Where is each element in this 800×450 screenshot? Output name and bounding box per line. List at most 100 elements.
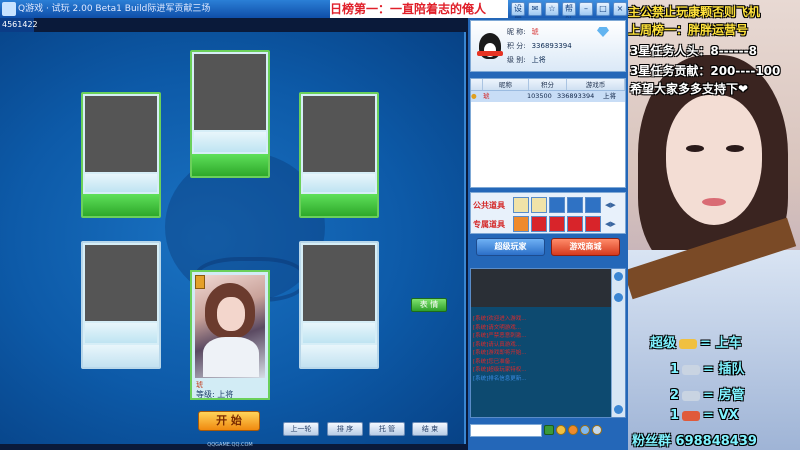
prop-slot-1[interactable]: [513, 197, 529, 213]
star-button[interactable]: ☆: [545, 2, 559, 16]
table-row[interactable]: ● 琥 103500 336893394 上将: [471, 91, 625, 102]
prop-arrows-icon[interactable]: ◀▶: [605, 201, 616, 209]
chat-line: [系统]欢迎进入游戏...: [473, 316, 527, 322]
prop-slot-3[interactable]: [549, 197, 565, 213]
plane-icon: [682, 390, 701, 401]
prop-slot-4[interactable]: [567, 197, 583, 213]
private-slot-4[interactable]: [567, 216, 583, 232]
scroll-down-icon[interactable]: [614, 293, 623, 302]
last-round-button[interactable]: 上一轮: [283, 422, 319, 436]
private-slot-2[interactable]: [531, 216, 547, 232]
seat-avatar-empty: [194, 54, 266, 130]
rank-row: 1 = VX: [670, 408, 739, 423]
chat-line: [系统]您已准备...: [473, 358, 516, 365]
private-slot-1[interactable]: [513, 216, 529, 232]
seat-frame: [85, 323, 157, 343]
rank-flag-icon: [195, 275, 205, 289]
super-player-button[interactable]: 超级玩家: [476, 238, 545, 256]
start-button[interactable]: 开 始: [198, 411, 260, 431]
scroll-up-icon[interactable]: [614, 272, 623, 281]
private-props-label: 专属道具: [473, 219, 505, 229]
profile-nickname-row: 昵 称: 琥: [507, 27, 539, 37]
rank-equals: =: [703, 362, 714, 377]
maximize-button[interactable]: □: [596, 2, 610, 16]
my-rank-label: 等级:: [196, 390, 215, 399]
seat-right-top[interactable]: [299, 92, 379, 218]
emote-button[interactable]: 表 情: [411, 298, 447, 312]
profile-level-row: 级 别: 上将: [507, 55, 546, 65]
vip-buttons: 超级玩家 游戏商城: [470, 236, 626, 258]
help-button[interactable]: 帮助: [562, 2, 576, 25]
mail-button[interactable]: ✉: [528, 2, 542, 16]
row-score: 103500: [527, 92, 552, 100]
seat-stand: [301, 194, 377, 216]
seat-avatar-empty: [85, 245, 157, 321]
seat-left-bottom[interactable]: [81, 241, 161, 369]
info-panel: 昵 称: 琥 积 分: 336893394 级 别: 上将 昵称 积分 游戏币 ● 琥…: [468, 18, 628, 450]
minimize-button[interactable]: –: [579, 2, 593, 16]
send-icon[interactable]: [592, 425, 602, 435]
close-button[interactable]: ×: [613, 2, 627, 16]
header-name[interactable]: 昵称: [483, 79, 529, 90]
row-coins: 336893394: [557, 92, 595, 100]
sort-button[interactable]: 排 序: [327, 422, 363, 436]
chat-line: [系统]请文明游戏...: [473, 324, 522, 331]
seat-avatar-empty: [303, 245, 375, 321]
overlay-line-1: 主公禁止玩康颗否则飞机: [628, 5, 761, 19]
room-id: 4561422: [0, 18, 38, 32]
chat-dropdown-icon[interactable]: [544, 425, 554, 435]
rank-equals: =: [703, 388, 714, 403]
my-seat[interactable]: 琥 等级: 上将: [190, 270, 270, 400]
seat-right-bottom[interactable]: [299, 241, 379, 369]
rank-left: 超级: [650, 336, 677, 351]
seat-avatar-empty: [303, 96, 375, 172]
game-mall-button[interactable]: 游戏商城: [551, 238, 620, 256]
profile-score-row: 积 分: 336893394: [507, 41, 572, 51]
seat-frame: [194, 132, 266, 152]
rank-row: 超级 = 上车: [650, 332, 741, 351]
chat-scrollbar[interactable]: [611, 269, 625, 417]
chat-line: [系统]严禁恶意刺激...: [473, 333, 527, 339]
end-button[interactable]: 结 束: [412, 422, 448, 436]
rank-left: 1: [670, 362, 680, 377]
rank-row: 1 = 插队: [670, 358, 745, 377]
player-list: 昵称 积分 游戏币 ● 琥 103500 336893394 上将: [470, 78, 626, 188]
scroll-end-icon[interactable]: [614, 405, 623, 414]
row-name: 琥: [483, 92, 490, 100]
chat-input[interactable]: [470, 423, 542, 437]
emoji-icon[interactable]: [556, 425, 566, 435]
settings-button[interactable]: 设置: [511, 2, 525, 25]
rank-left: 2: [670, 388, 680, 403]
window-controls: 设置 ✉ ☆ 帮助 – □ ×: [508, 0, 628, 25]
private-slot-3[interactable]: [549, 216, 565, 232]
header-score[interactable]: 积分: [529, 79, 567, 90]
seat-frame: [303, 323, 375, 343]
header-coins[interactable]: 游戏币: [567, 79, 625, 90]
chat-line: [系统]超级玩家特权...: [473, 367, 527, 373]
streamer-lips: [702, 198, 726, 206]
private-slot-5[interactable]: [585, 216, 601, 232]
rank-right: 插队: [718, 362, 745, 377]
seat-left-top[interactable]: [81, 92, 161, 218]
penguin-scarf: [477, 51, 503, 56]
font-icon[interactable]: [580, 425, 590, 435]
rocket-icon: [682, 410, 701, 421]
seat-top[interactable]: [190, 50, 270, 178]
rank-right: 上车: [715, 336, 742, 351]
overlay-line-2: 上周榜一：胖胖运营号: [628, 23, 749, 37]
prop-slot-5[interactable]: [585, 197, 601, 213]
diamond-icon: [597, 27, 609, 37]
prop-slot-2[interactable]: [531, 197, 547, 213]
overlay-line-4: 3星任务贡献：200----100: [630, 64, 781, 78]
gold-bar-icon: [679, 338, 698, 349]
chat-panel: [系统]欢迎进入游戏... [系统]请文明游戏... [系统]严禁恶意刺激...…: [470, 268, 626, 418]
gift-icon[interactable]: [568, 425, 578, 435]
my-rank: 等级: 上将: [196, 389, 233, 400]
rank-right: 房管: [718, 388, 745, 403]
seat-frame: [303, 174, 375, 192]
auto-play-button[interactable]: 托 管: [369, 422, 405, 436]
footer-url: QQGAME.QQ.COM: [207, 442, 253, 448]
score-label: 积 分:: [507, 42, 526, 50]
private-arrows-icon[interactable]: ◀▶: [605, 220, 616, 228]
chat-ad-area: [471, 269, 611, 307]
